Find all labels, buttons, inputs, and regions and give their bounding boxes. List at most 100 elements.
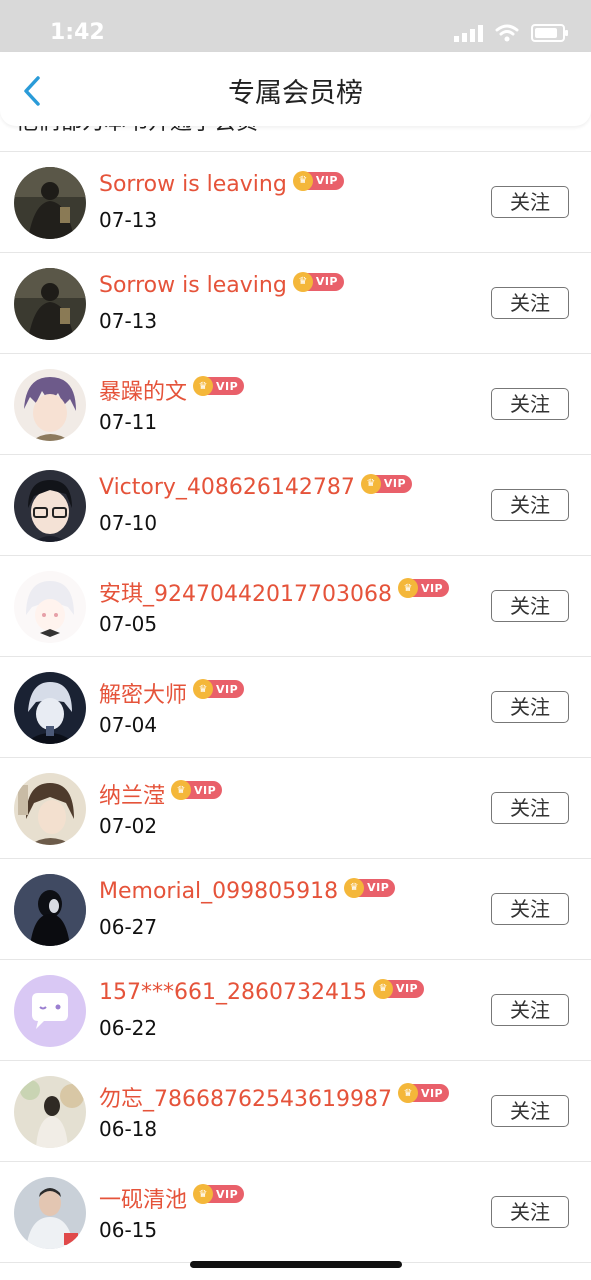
follow-button[interactable]: 关注 [491,287,569,319]
member-row[interactable]: 暴躁的文 ♛ VIP 07-11 关注 [0,354,591,455]
crown-icon: ♛ [372,978,393,999]
page-title: 专属会员榜 [228,78,363,109]
home-indicator [190,1261,402,1268]
crown-icon: ♛ [193,679,214,699]
member-row[interactable]: 安琪_92470442017703068 ♛ VIP 07-05 关注 [0,556,591,657]
follow-button[interactable]: 关注 [491,893,569,925]
crown-icon: ♛ [397,1083,418,1103]
member-date: 06-15 [99,1218,158,1242]
member-list: Sorrow is leaving ♛ VIP 07-13 关注 Sorrow is le… [0,151,591,1263]
avatar[interactable] [14,268,86,340]
nav-header: 专属会员榜 [0,52,591,126]
crown-icon: ♛ [344,877,365,898]
status-icons [454,24,568,42]
member-row[interactable]: Sorrow is leaving ♛ VIP 07-13 关注 [0,152,591,253]
avatar[interactable] [14,773,86,845]
battery-icon [531,24,568,42]
member-name[interactable]: Sorrow is leaving [99,172,287,197]
follow-button[interactable]: 关注 [491,388,569,420]
member-name[interactable]: 解密大师 [99,677,187,709]
vip-badge: ♛ VIP [344,877,396,898]
wifi-icon [495,24,519,42]
crown-icon: ♛ [397,578,418,598]
avatar[interactable] [14,470,86,542]
follow-button[interactable]: 关注 [491,590,569,622]
vip-badge: ♛ VIP [193,679,245,699]
signal-icon [454,24,483,42]
vip-badge-label: VIP [367,881,390,894]
crown-icon: ♛ [292,170,313,191]
name-line: 解密大师 ♛ VIP [99,677,245,709]
member-name[interactable]: 安琪_92470442017703068 [99,576,392,608]
status-bar: 1:42 [0,0,591,52]
member-date: 07-02 [99,814,158,838]
member-name[interactable]: 纳兰滢 [99,778,165,810]
member-name[interactable]: Sorrow is leaving [99,273,287,298]
vip-badge: ♛ VIP [171,780,223,800]
member-date: 07-10 [99,511,158,535]
member-row[interactable]: 纳兰滢 ♛ VIP 07-02 关注 [0,758,591,859]
member-row[interactable]: Victory_408626142787 ♛ VIP 07-10 关注 [0,455,591,556]
vip-badge-label: VIP [315,174,338,187]
name-line: 勿忘_78668762543619987 ♛ VIP [99,1081,450,1113]
vip-badge-label: VIP [395,982,419,995]
vip-badge-label: VIP [420,581,444,595]
follow-button[interactable]: 关注 [491,1196,569,1228]
name-line: 157***661_2860732415 ♛ VIP [99,978,425,1005]
avatar[interactable] [14,1177,86,1249]
vip-badge: ♛ VIP [193,376,245,396]
follow-button[interactable]: 关注 [491,792,569,824]
member-name[interactable]: 勿忘_78668762543619987 [99,1081,392,1113]
member-name[interactable]: Memorial_099805918 [99,879,338,904]
vip-badge-label: VIP [315,275,338,288]
member-name[interactable]: 157***661_2860732415 [99,980,367,1005]
vip-badge-label: VIP [194,783,217,797]
member-row[interactable]: Sorrow is leaving ♛ VIP 07-13 关注 [0,253,591,354]
avatar[interactable] [14,167,86,239]
vip-badge: ♛ VIP [360,473,413,494]
vip-badge: ♛ VIP [292,170,344,191]
avatar[interactable] [14,369,86,441]
member-name[interactable]: 一砚清池 [99,1182,187,1214]
crown-icon: ♛ [193,376,214,396]
member-date: 06-18 [99,1117,158,1141]
member-row[interactable]: 157***661_2860732415 ♛ VIP 06-22 关注 [0,960,591,1061]
follow-button[interactable]: 关注 [491,186,569,218]
member-date: 06-22 [99,1016,158,1040]
vip-badge: ♛ VIP [292,271,344,292]
name-line: 暴躁的文 ♛ VIP [99,374,245,406]
member-row[interactable]: 一砚清池 ♛ VIP 06-15 关注 [0,1162,591,1263]
member-row[interactable]: 解密大师 ♛ VIP 07-04 关注 [0,657,591,758]
name-line: Sorrow is leaving ♛ VIP [99,170,344,197]
follow-button[interactable]: 关注 [491,691,569,723]
avatar[interactable] [14,975,86,1047]
name-line: 安琪_92470442017703068 ♛ VIP [99,576,450,608]
member-date: 07-13 [99,208,158,232]
follow-button[interactable]: 关注 [491,1095,569,1127]
avatar[interactable] [14,672,86,744]
avatar[interactable] [14,571,86,643]
crown-icon: ♛ [292,271,313,292]
avatar[interactable] [14,1076,86,1148]
name-line: Memorial_099805918 ♛ VIP [99,877,396,904]
crown-icon: ♛ [171,780,192,800]
name-line: 一砚清池 ♛ VIP [99,1182,245,1214]
crown-icon: ♛ [193,1184,214,1204]
member-row[interactable]: 勿忘_78668762543619987 ♛ VIP 06-18 关注 [0,1061,591,1162]
follow-button[interactable]: 关注 [491,489,569,521]
name-line: Victory_408626142787 ♛ VIP [99,473,413,500]
name-line: 纳兰滢 ♛ VIP [99,778,223,810]
vip-badge: ♛ VIP [372,978,425,999]
member-name[interactable]: Victory_408626142787 [99,475,355,500]
member-row[interactable]: Memorial_099805918 ♛ VIP 06-27 关注 [0,859,591,960]
vip-badge: ♛ VIP [193,1184,245,1204]
avatar[interactable] [14,874,86,946]
follow-button[interactable]: 关注 [491,994,569,1026]
vip-badge-label: VIP [420,1086,444,1100]
member-name[interactable]: 暴躁的文 [99,374,187,406]
member-date: 07-13 [99,309,158,333]
vip-badge-label: VIP [216,379,239,393]
vip-badge-label: VIP [216,1187,239,1201]
crown-icon: ♛ [360,473,381,494]
vip-badge-label: VIP [216,682,239,696]
